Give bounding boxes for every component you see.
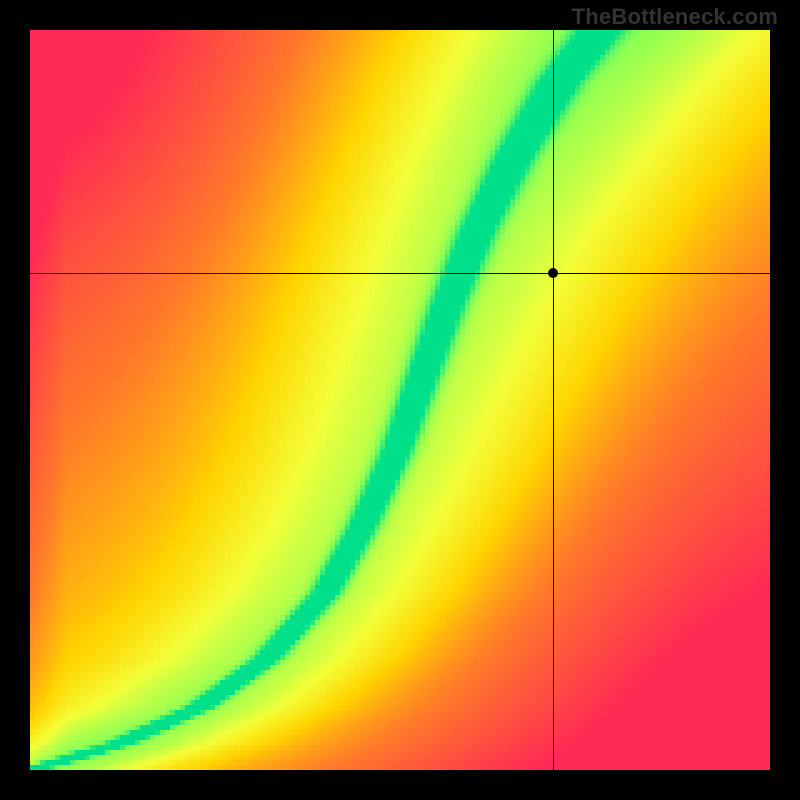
crosshair-vertical [553, 30, 554, 770]
plot-area [30, 30, 770, 770]
crosshair-horizontal [30, 273, 770, 274]
chart-frame: TheBottleneck.com [0, 0, 800, 800]
marker-dot [548, 268, 558, 278]
heatmap-canvas [30, 30, 770, 770]
watermark-text: TheBottleneck.com [572, 4, 778, 30]
